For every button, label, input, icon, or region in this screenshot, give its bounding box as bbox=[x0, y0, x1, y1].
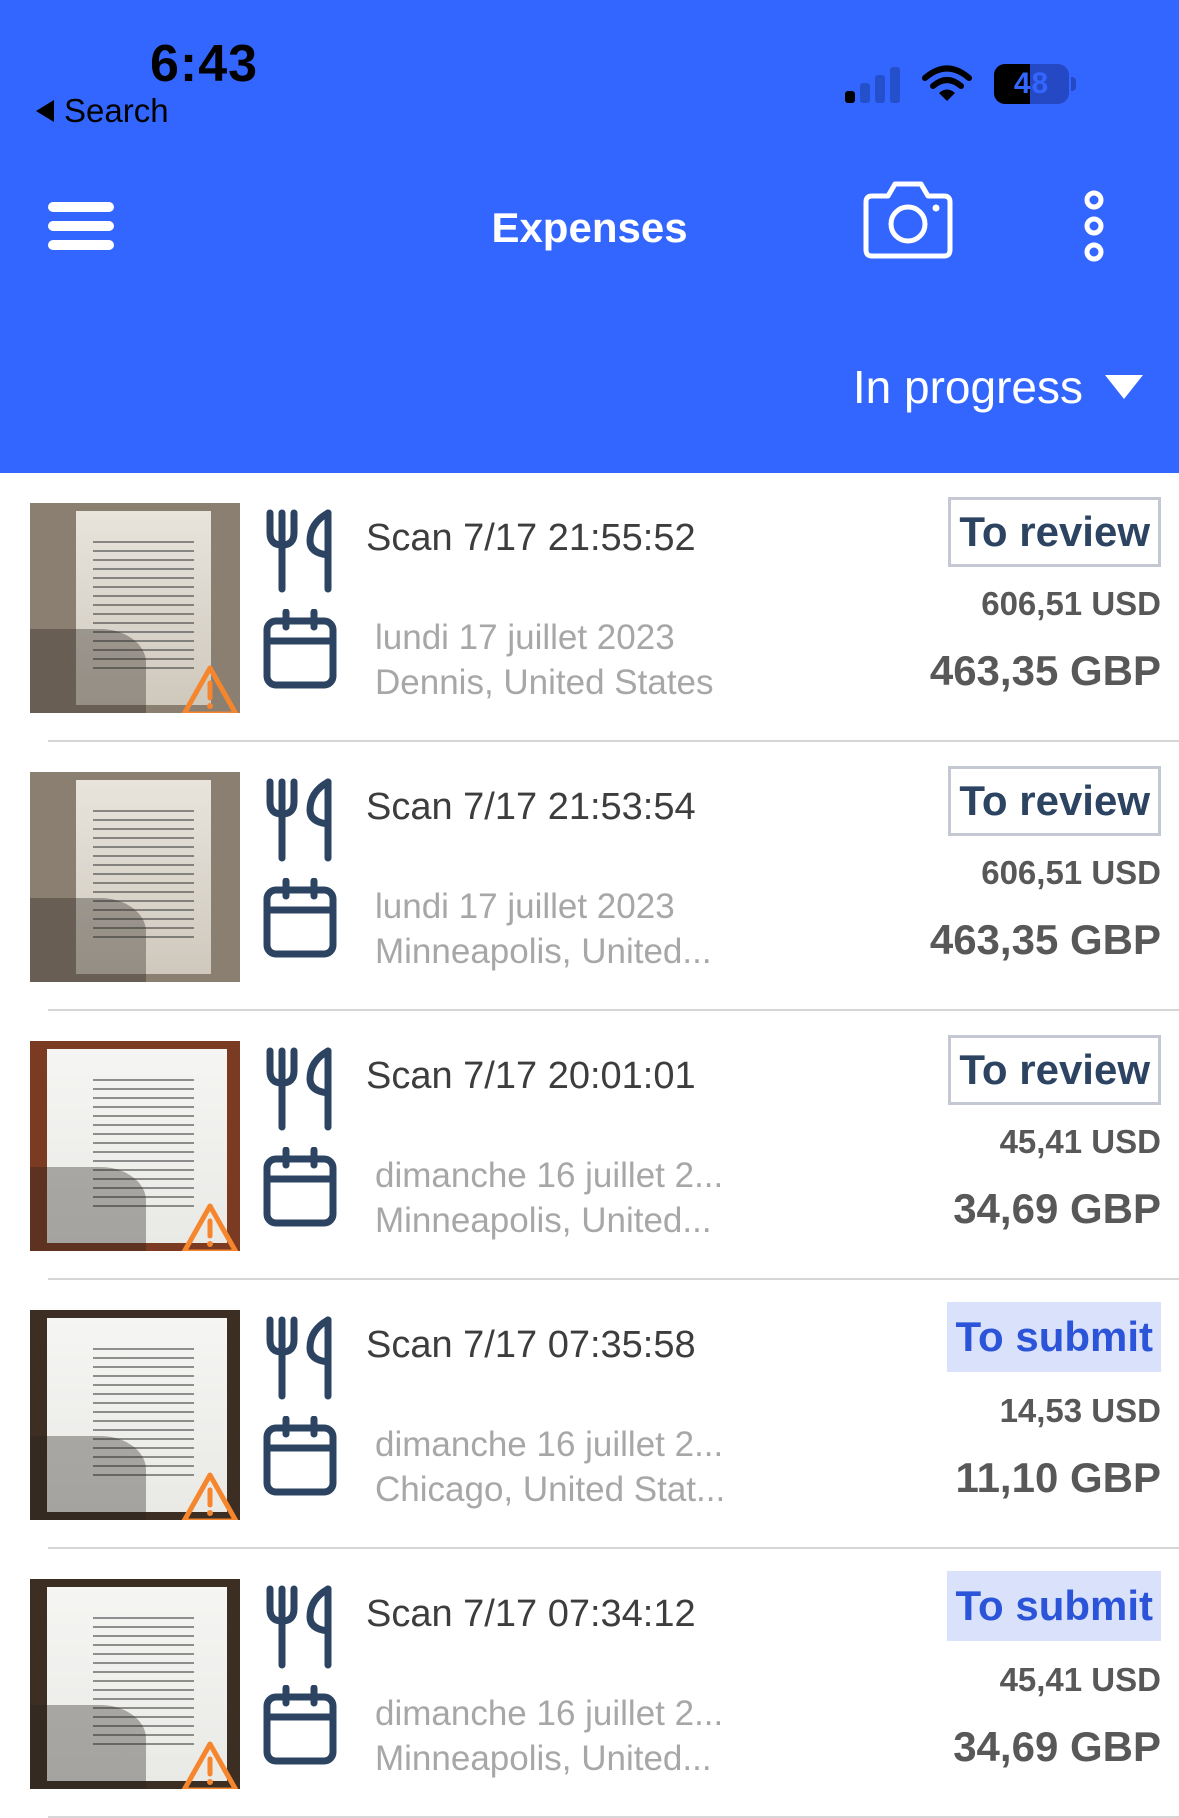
expense-title: Scan 7/17 21:53:54 bbox=[366, 786, 696, 828]
status-badge: To review bbox=[948, 497, 1161, 567]
calendar-icon bbox=[263, 878, 337, 958]
fork-knife-icon bbox=[266, 1316, 332, 1400]
fork-knife-icon bbox=[266, 1047, 332, 1131]
status-badge: To review bbox=[948, 1035, 1161, 1105]
receipt-thumbnail[interactable] bbox=[30, 1041, 240, 1251]
receipt-thumbnail[interactable] bbox=[30, 1579, 240, 1789]
expense-row[interactable]: Scan 7/17 20:01:01 dimanche 16 juillet 2… bbox=[0, 1011, 1179, 1280]
status-badge: To submit bbox=[947, 1571, 1161, 1641]
chevron-down-icon bbox=[1105, 375, 1143, 399]
expense-location: Dennis, United States bbox=[375, 663, 714, 702]
back-to-search-button[interactable]: Search bbox=[36, 92, 169, 130]
expense-row[interactable]: Scan 7/17 07:35:58 dimanche 16 juillet 2… bbox=[0, 1280, 1179, 1549]
expense-date: dimanche 16 juillet 2... bbox=[375, 1425, 724, 1464]
receipt-thumbnail[interactable] bbox=[30, 503, 240, 713]
warning-icon bbox=[181, 1472, 239, 1520]
expense-row[interactable]: Scan 7/17 21:53:54 lundi 17 juillet 2023… bbox=[0, 742, 1179, 1011]
receipt-thumbnail[interactable] bbox=[30, 1310, 240, 1520]
wifi-icon bbox=[922, 65, 972, 101]
fork-knife-icon bbox=[266, 778, 332, 862]
warning-icon bbox=[181, 1203, 239, 1251]
status-badge: To submit bbox=[947, 1302, 1161, 1372]
calendar-icon bbox=[263, 1416, 337, 1496]
expense-title: Scan 7/17 07:35:58 bbox=[366, 1324, 696, 1366]
expense-date: dimanche 16 juillet 2... bbox=[375, 1156, 724, 1195]
fork-knife-icon bbox=[266, 509, 332, 593]
amount-converted: 463,35 GBP bbox=[929, 916, 1161, 963]
battery-icon: 48 bbox=[994, 64, 1069, 104]
expense-location: Chicago, United Stat... bbox=[375, 1470, 726, 1509]
expense-title: Scan 7/17 20:01:01 bbox=[366, 1055, 696, 1097]
amount-converted: 463,35 GBP bbox=[929, 647, 1161, 694]
expense-date: lundi 17 juillet 2023 bbox=[375, 887, 675, 926]
status-icons: 48 bbox=[845, 64, 1076, 104]
cellular-signal-icon bbox=[845, 65, 900, 103]
back-arrow-icon bbox=[36, 100, 54, 122]
receipt-thumbnail[interactable] bbox=[30, 772, 240, 982]
expense-list: Scan 7/17 21:55:52 lundi 17 juillet 2023… bbox=[0, 473, 1179, 1818]
expense-location: Minneapolis, United... bbox=[375, 1201, 712, 1240]
amount-original: 606,51 USD bbox=[981, 854, 1161, 891]
calendar-icon bbox=[263, 1685, 337, 1765]
warning-icon bbox=[181, 665, 239, 713]
amount-converted: 11,10 GBP bbox=[955, 1454, 1161, 1501]
expense-row[interactable]: Scan 7/17 07:34:12 dimanche 16 juillet 2… bbox=[0, 1549, 1179, 1818]
expense-date: dimanche 16 juillet 2... bbox=[375, 1694, 724, 1733]
expense-location: Minneapolis, United... bbox=[375, 932, 712, 971]
amount-converted: 34,69 GBP bbox=[953, 1185, 1161, 1232]
amount-converted: 34,69 GBP bbox=[953, 1723, 1161, 1770]
calendar-icon bbox=[263, 609, 337, 689]
amount-original: 14,53 USD bbox=[999, 1392, 1161, 1429]
expense-date: lundi 17 juillet 2023 bbox=[375, 618, 675, 657]
status-time: 6:43 bbox=[150, 35, 259, 93]
filter-selected-value: In progress bbox=[852, 361, 1083, 413]
warning-icon bbox=[181, 1741, 239, 1789]
status-filter-dropdown[interactable]: In progress bbox=[853, 360, 1143, 414]
app-header: 6:43 Search 48 Expenses In progress bbox=[0, 0, 1179, 473]
expense-title: Scan 7/17 07:34:12 bbox=[366, 1593, 696, 1635]
back-label: Search bbox=[64, 92, 169, 129]
expense-row[interactable]: Scan 7/17 21:55:52 lundi 17 juillet 2023… bbox=[0, 473, 1179, 742]
fork-knife-icon bbox=[266, 1585, 332, 1669]
amount-original: 606,51 USD bbox=[981, 585, 1161, 622]
amount-original: 45,41 USD bbox=[999, 1123, 1161, 1160]
expense-title: Scan 7/17 21:55:52 bbox=[366, 517, 696, 559]
calendar-icon bbox=[263, 1147, 337, 1227]
amount-original: 45,41 USD bbox=[999, 1661, 1161, 1698]
expense-location: Minneapolis, United... bbox=[375, 1739, 712, 1778]
page-title: Expenses bbox=[491, 204, 688, 251]
camera-icon[interactable] bbox=[858, 180, 958, 260]
more-options-icon[interactable] bbox=[1080, 190, 1108, 262]
battery-level: 48 bbox=[1013, 67, 1050, 100]
status-badge: To review bbox=[948, 766, 1161, 836]
